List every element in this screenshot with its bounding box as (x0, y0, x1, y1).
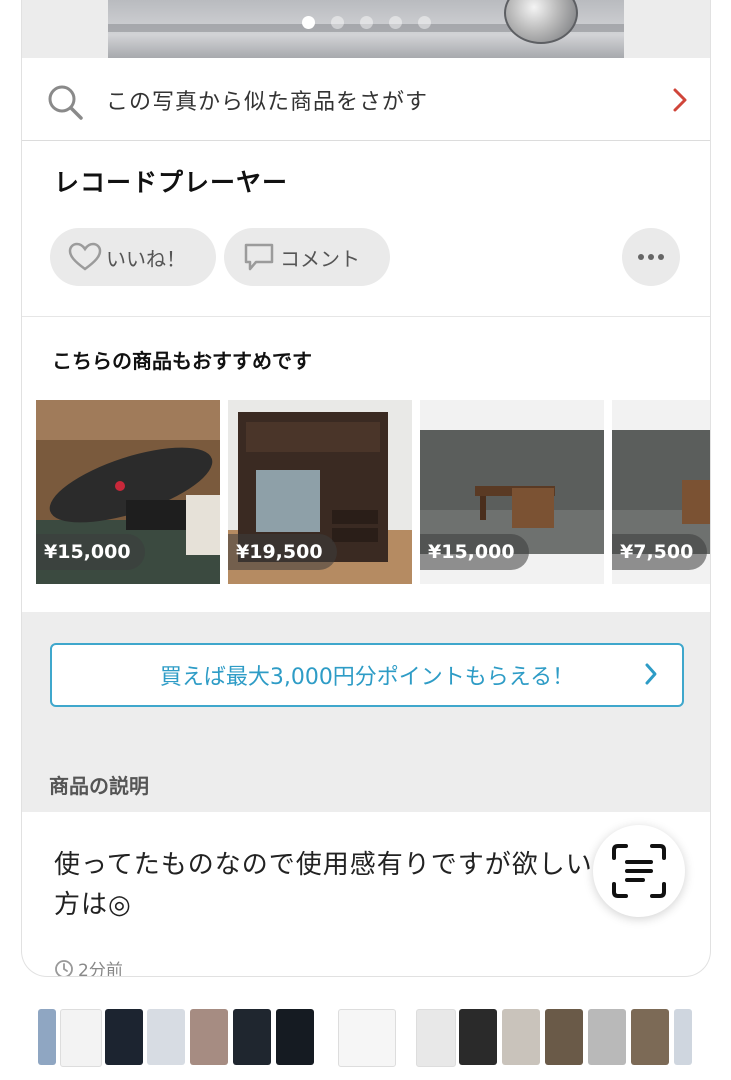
search-icon (48, 85, 83, 120)
thumbnail[interactable] (233, 1009, 271, 1065)
comment-icon (244, 243, 274, 271)
points-promo-button[interactable]: 買えば最大3,000円分ポイントもらえる！ (50, 643, 684, 707)
text-scan-button[interactable] (593, 825, 685, 917)
thumbnail[interactable] (147, 1009, 185, 1065)
posted-time-label: 2分前 (78, 961, 123, 977)
text-scan-icon (612, 844, 666, 898)
recommend-item[interactable]: ¥19,500 (228, 400, 412, 584)
recommend-price: ¥7,500 (612, 534, 708, 570)
divider (22, 316, 710, 317)
recommend-item[interactable]: ¥7,500 (612, 400, 710, 584)
carousel-dots (22, 16, 710, 30)
photo-search-label: この写真から似た商品をさがす (106, 90, 429, 115)
recommend-price: ¥15,000 (36, 534, 145, 570)
more-icon (638, 254, 644, 260)
thumbnail[interactable] (459, 1009, 497, 1065)
like-button[interactable]: いいね！ (50, 228, 216, 286)
thumbnail[interactable] (105, 1009, 143, 1065)
more-button[interactable] (622, 228, 680, 286)
posted-time: 2分前 (54, 956, 123, 977)
thumbnail[interactable] (338, 1009, 396, 1067)
thumbnail[interactable] (631, 1009, 669, 1065)
item-photo-carousel[interactable] (22, 0, 710, 58)
thumbnail[interactable] (588, 1009, 626, 1065)
recommend-item[interactable]: ¥15,000 (36, 400, 220, 584)
description-text: 使ってたものなので使用感有りですが欲しい方は◎ (54, 850, 593, 920)
thumbnail[interactable] (502, 1009, 540, 1065)
description-heading: 商品の説明 (49, 774, 149, 798)
carousel-dot[interactable] (359, 16, 373, 29)
item-title: レコードプレーヤー (54, 168, 289, 197)
recommend-item[interactable]: ¥15,000 (420, 400, 604, 584)
carousel-dot[interactable] (388, 16, 402, 29)
carousel-dot[interactable] (301, 16, 315, 29)
clock-icon (55, 959, 73, 976)
carousel-dot[interactable] (330, 16, 344, 29)
thumbnail[interactable] (416, 1009, 456, 1067)
comment-label: コメント (280, 246, 360, 271)
recommend-carousel[interactable]: ¥15,000 ¥19,500 ¥15,000 ¥7,500 (36, 400, 710, 584)
like-label: いいね！ (106, 246, 186, 271)
recommend-price: ¥15,000 (420, 534, 529, 570)
chevron-right-icon (673, 88, 687, 112)
thumbnail[interactable] (276, 1009, 314, 1065)
photo-search-row[interactable]: この写真から似た商品をさがす (22, 59, 710, 141)
thumbnail[interactable] (190, 1009, 228, 1065)
thumbnail[interactable] (60, 1009, 102, 1067)
thumbnail[interactable] (545, 1009, 583, 1065)
chevron-right-icon (645, 663, 657, 685)
thumbnail-strip[interactable] (0, 1000, 731, 1080)
carousel-dot[interactable] (417, 16, 431, 29)
points-promo-label: 買えば最大3,000円分ポイントもらえる！ (159, 665, 575, 690)
heart-icon (68, 242, 102, 271)
thumbnail[interactable] (38, 1009, 56, 1065)
recommend-price: ¥19,500 (228, 534, 337, 570)
comment-button[interactable]: コメント (224, 228, 390, 286)
thumbnail[interactable] (674, 1009, 692, 1065)
item-detail-card: この写真から似た商品をさがす レコードプレーヤー いいね！ コメント こちらの商… (21, 0, 711, 977)
recommend-heading: こちらの商品もおすすめです (52, 349, 312, 373)
